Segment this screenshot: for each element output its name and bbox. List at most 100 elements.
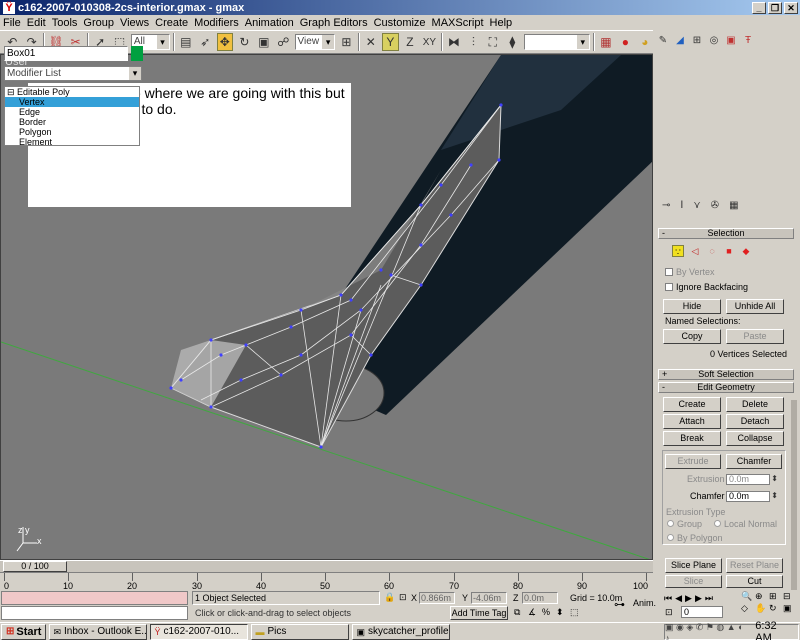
stack-item-element[interactable]: Element bbox=[5, 137, 139, 147]
stack-item-edge[interactable]: Edge bbox=[5, 107, 139, 117]
y-coord-field[interactable]: -4.06m bbox=[471, 592, 507, 604]
close-button[interactable]: ✕ bbox=[784, 1, 798, 14]
select-and-scale-icon[interactable]: ▣ bbox=[256, 33, 272, 51]
by-polygon-radio[interactable] bbox=[667, 534, 674, 541]
menu-views[interactable]: Views bbox=[117, 17, 152, 29]
mirror-icon[interactable]: ⧓ bbox=[446, 33, 462, 51]
material-editor-icon[interactable]: ▦ bbox=[598, 33, 614, 51]
modify-tab-icon[interactable]: ◢ bbox=[673, 33, 687, 47]
reference-coord-dropdown[interactable]: View bbox=[294, 34, 336, 50]
snap-icon[interactable]: ⧫ bbox=[504, 33, 520, 51]
edge-level-icon[interactable]: ◁ bbox=[689, 245, 701, 257]
go-to-end-icon[interactable]: ⏭ bbox=[705, 593, 713, 604]
attach-button[interactable]: Attach bbox=[663, 414, 721, 429]
restrict-xy-icon[interactable]: XY bbox=[421, 33, 437, 51]
element-level-icon[interactable]: ◆ bbox=[740, 245, 752, 257]
command-panel-scrollbar[interactable] bbox=[791, 400, 797, 590]
zoom-all-icon[interactable]: ⊕ bbox=[755, 591, 768, 602]
select-by-name-icon[interactable]: ▤ bbox=[178, 33, 194, 51]
minimize-button[interactable]: _ bbox=[752, 1, 766, 14]
reset-plane-button[interactable]: Reset Plane bbox=[726, 558, 783, 573]
angle-snap-icon[interactable]: ∡ bbox=[528, 607, 536, 618]
restrict-z-icon[interactable]: Z bbox=[402, 33, 418, 51]
task-outlook[interactable]: ✉ Inbox - Outlook E... bbox=[49, 623, 148, 640]
menu-create[interactable]: Create bbox=[152, 17, 191, 29]
object-color-swatch[interactable] bbox=[131, 46, 143, 61]
track-bar[interactable]: 0 10 20 30 40 50 60 70 80 90 100 bbox=[0, 572, 653, 591]
menu-maxscript[interactable]: MAXScript bbox=[429, 17, 487, 29]
extrude-button[interactable]: Extrude bbox=[665, 454, 721, 469]
stack-item-vertex[interactable]: Vertex bbox=[5, 97, 139, 107]
restrict-x-icon[interactable]: ✕ bbox=[363, 33, 379, 51]
render-icon[interactable]: ● bbox=[617, 33, 633, 51]
selection-rollout-header[interactable]: - Selection bbox=[658, 228, 794, 239]
x-coord-field[interactable]: 0.866m bbox=[419, 592, 455, 604]
menu-help[interactable]: Help bbox=[487, 17, 516, 29]
menu-tools[interactable]: Tools bbox=[49, 17, 81, 29]
hide-button[interactable]: Hide bbox=[663, 299, 721, 314]
display-tab-icon[interactable]: ▣ bbox=[724, 33, 738, 47]
chamfer-spinner[interactable]: 0.0m bbox=[726, 491, 778, 502]
cut-button[interactable]: Cut bbox=[726, 575, 783, 588]
select-and-move-icon[interactable]: ✥ bbox=[216, 33, 234, 51]
window-crossing-icon[interactable]: ⬚ bbox=[570, 607, 579, 618]
menu-file[interactable]: File bbox=[0, 17, 24, 29]
unhide-all-button[interactable]: Unhide All bbox=[726, 299, 784, 314]
menu-modifiers[interactable]: Modifiers bbox=[191, 17, 242, 29]
percent-snap-icon[interactable]: % bbox=[542, 607, 550, 617]
absolute-mode-icon[interactable]: ⊡ bbox=[399, 592, 407, 603]
delete-button[interactable]: Delete bbox=[726, 397, 784, 412]
tray-icons[interactable]: ▣ ◉ ◈ ✆ ⚑ ◍ ▲ ◐ ♪ bbox=[665, 622, 747, 640]
utilities-tab-icon[interactable]: Ŧ bbox=[741, 33, 755, 47]
break-button[interactable]: Break bbox=[663, 431, 721, 446]
clock[interactable]: 6:32 AM bbox=[755, 620, 794, 640]
show-end-result-icon[interactable]: Ⅰ bbox=[680, 200, 683, 211]
modifier-stack[interactable]: ⊟ Editable Poly Vertex Edge Border Polyg… bbox=[4, 86, 140, 147]
copy-button[interactable]: Copy bbox=[663, 329, 721, 344]
make-unique-icon[interactable]: ⋎ bbox=[693, 200, 700, 211]
remove-modifier-icon[interactable]: ✇ bbox=[711, 200, 719, 211]
go-to-start-icon[interactable]: ⏮ bbox=[664, 593, 672, 604]
modifier-list-dropdown[interactable]: Modifier List bbox=[4, 66, 142, 81]
extrusion-spinner[interactable]: 0.0m bbox=[726, 474, 778, 485]
menu-group[interactable]: Group bbox=[80, 17, 117, 29]
stack-item-border[interactable]: Border bbox=[5, 117, 139, 127]
task-skycatcher[interactable]: ▣ skycatcher_profile... bbox=[352, 623, 451, 640]
menu-customize[interactable]: Customize bbox=[371, 17, 429, 29]
maxscript-listener-output[interactable] bbox=[1, 606, 188, 620]
task-gmax[interactable]: Ÿ c162-2007-010... bbox=[150, 623, 249, 640]
time-config-icon[interactable]: ⊡ bbox=[665, 607, 673, 618]
restore-button[interactable]: ❐ bbox=[768, 1, 782, 14]
task-pics[interactable]: ▬ Pics bbox=[251, 623, 350, 640]
key-mode-icon[interactable]: ⊶ bbox=[614, 598, 625, 611]
current-frame-field[interactable]: 0 bbox=[681, 606, 723, 618]
restrict-y-icon[interactable]: Y bbox=[382, 33, 399, 51]
menu-graph-editors[interactable]: Graph Editors bbox=[297, 17, 371, 29]
paste-button[interactable]: Paste bbox=[726, 329, 784, 344]
select-and-manipulate-icon[interactable]: ☍ bbox=[275, 33, 291, 51]
menu-animation[interactable]: Animation bbox=[242, 17, 297, 29]
play-icon[interactable]: ▶ bbox=[685, 593, 692, 604]
zoom-extents-all-icon[interactable]: ⊟ bbox=[783, 591, 796, 602]
start-button[interactable]: ⊞ Start bbox=[1, 623, 47, 640]
spinner-snap-icon[interactable]: ⬍ bbox=[556, 607, 564, 618]
select-and-rotate-icon[interactable]: ↻ bbox=[236, 33, 252, 51]
stack-item-editable-poly[interactable]: ⊟ Editable Poly bbox=[5, 87, 139, 97]
animate-button[interactable]: Anim. bbox=[633, 598, 656, 608]
named-selection-dropdown[interactable] bbox=[523, 34, 590, 50]
polygon-level-icon[interactable]: ■ bbox=[723, 245, 735, 257]
spacing-icon[interactable]: ⛶ bbox=[485, 33, 501, 51]
configure-modifier-sets-icon[interactable]: ▦ bbox=[729, 200, 738, 211]
slice-button[interactable]: Slice bbox=[665, 575, 722, 588]
chamfer-button[interactable]: Chamfer bbox=[726, 454, 782, 469]
maxscript-listener-macro[interactable] bbox=[1, 591, 188, 605]
quick-render-icon[interactable]: ◕ bbox=[637, 33, 653, 51]
pivot-center-icon[interactable]: ⊞ bbox=[338, 33, 354, 51]
next-frame-icon[interactable]: ▶ bbox=[695, 593, 702, 604]
create-button[interactable]: Create bbox=[663, 397, 721, 412]
border-level-icon[interactable]: ◌ bbox=[706, 245, 718, 257]
add-time-tag-button[interactable]: Add Time Tag bbox=[450, 606, 508, 620]
zoom-icon[interactable]: 🔍 bbox=[741, 591, 754, 602]
group-radio[interactable] bbox=[667, 520, 674, 527]
zoom-extents-icon[interactable]: ⊞ bbox=[769, 591, 782, 602]
